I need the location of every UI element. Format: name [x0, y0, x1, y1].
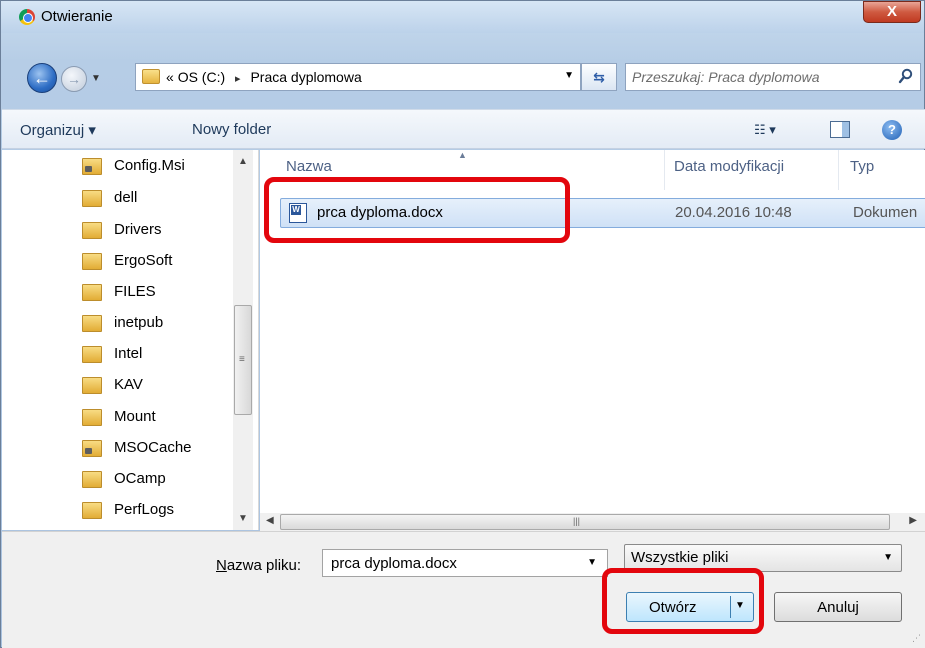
- scroll-right-icon[interactable]: ▶: [909, 515, 917, 526]
- breadcrumb-drive[interactable]: OS (C:): [178, 69, 225, 85]
- folder-icon: [82, 253, 102, 270]
- scroll-down-icon[interactable]: ▼: [238, 513, 248, 524]
- address-dropdown-icon[interactable]: ▼: [564, 70, 574, 81]
- breadcrumb-folder[interactable]: Praca dyplomowa: [250, 69, 361, 85]
- locked-folder-icon: [82, 440, 102, 457]
- column-header-name[interactable]: Nazwa: [286, 158, 332, 175]
- folder-icon: [82, 190, 102, 207]
- view-options-button[interactable]: ☷ ▾: [754, 122, 776, 138]
- bottom-panel: Nazwa pliku: prca dyploma.docx ▼ Wszystk…: [2, 531, 925, 648]
- scroll-left-icon[interactable]: ◀: [266, 515, 274, 526]
- help-icon[interactable]: ?: [882, 120, 902, 140]
- file-date: 20.04.2016 10:48: [675, 204, 792, 221]
- chrome-icon: [19, 9, 35, 25]
- filter-value: Wszystkie pliki: [631, 549, 729, 566]
- folder-icon: [82, 315, 102, 332]
- search-icon[interactable]: [898, 68, 914, 84]
- scrollbar-thumb[interactable]: |||: [280, 514, 890, 530]
- filename-input[interactable]: prca dyploma.docx ▼: [322, 549, 608, 577]
- resize-grip-icon[interactable]: ⋰: [912, 633, 921, 644]
- breadcrumb: « OS (C:) ▸ Praca dyplomowa: [166, 69, 362, 85]
- back-button[interactable]: ←: [27, 63, 57, 93]
- file-type: Dokumen: [853, 204, 918, 221]
- breadcrumb-overflow[interactable]: «: [166, 69, 174, 85]
- organize-button[interactable]: Organizuj ▾: [20, 121, 96, 139]
- search-box[interactable]: Przeszukaj: Praca dyplomowa: [625, 63, 921, 91]
- folder-icon: [82, 222, 102, 239]
- folder-icon: [82, 471, 102, 488]
- filename-value[interactable]: prca dyploma.docx: [331, 555, 457, 572]
- filename-label: Nazwa pliku:: [216, 557, 302, 574]
- folder-icon: [82, 502, 102, 519]
- refresh-button[interactable]: ⇆: [581, 63, 617, 91]
- navigation-pane: Config.Msi dell Drivers ErgoSoft FILES i…: [2, 150, 259, 530]
- folder-icon: [82, 346, 102, 363]
- new-folder-button[interactable]: Nowy folder: [192, 121, 271, 138]
- folder-icon: [142, 69, 160, 84]
- title-bar: Otwieranie X: [1, 1, 924, 33]
- locked-folder-icon: [82, 158, 102, 175]
- breadcrumb-separator-icon[interactable]: ▸: [235, 73, 241, 85]
- open-file-dialog: Otwieranie X ← → ▼ « OS (C:) ▸ Praca dyp…: [0, 0, 925, 648]
- chevron-down-icon[interactable]: ▼: [883, 552, 893, 563]
- sort-ascending-icon: ▲: [458, 150, 467, 160]
- folder-icon: [82, 377, 102, 394]
- cancel-button-label: Anuluj: [817, 599, 859, 616]
- tree-scrollbar[interactable]: ▲ ≡ ▼: [233, 150, 253, 530]
- folder-icon: [82, 409, 102, 426]
- forward-button[interactable]: →: [61, 66, 87, 92]
- window-title: Otwieranie: [41, 8, 113, 25]
- scroll-up-icon[interactable]: ▲: [238, 156, 248, 167]
- column-header-type[interactable]: Typ: [850, 158, 874, 175]
- history-dropdown[interactable]: ▼: [91, 73, 101, 84]
- folder-icon: [82, 284, 102, 301]
- cancel-button[interactable]: Anuluj: [774, 592, 902, 622]
- scrollbar-thumb[interactable]: ≡: [234, 305, 252, 415]
- search-input[interactable]: Przeszukaj: Praca dyplomowa: [632, 69, 820, 85]
- toolbar: Organizuj ▾ Nowy folder ☷ ▾ ?: [2, 109, 925, 149]
- highlight-file: [264, 177, 570, 243]
- chevron-down-icon[interactable]: ▼: [587, 557, 597, 568]
- column-header-date[interactable]: Data modyfikacji: [674, 158, 784, 175]
- address-bar[interactable]: « OS (C:) ▸ Praca dyplomowa ▼: [135, 63, 581, 91]
- horizontal-scrollbar[interactable]: ◀ ||| ▶: [260, 513, 925, 531]
- close-button[interactable]: X: [863, 1, 921, 23]
- preview-pane-icon[interactable]: [830, 121, 850, 138]
- highlight-open-button: [602, 568, 764, 634]
